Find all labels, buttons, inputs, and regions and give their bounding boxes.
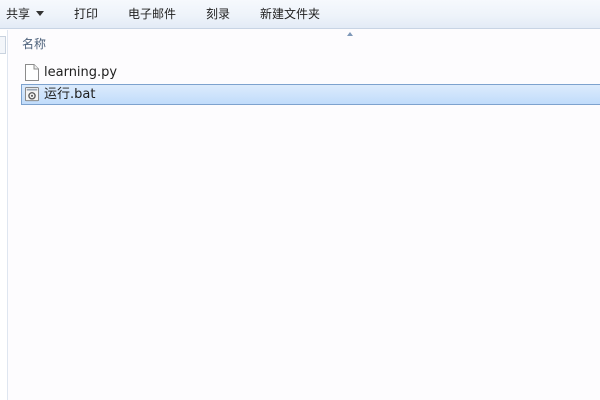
share-button[interactable]: 共享 xyxy=(6,6,45,23)
print-button[interactable]: 打印 xyxy=(74,6,98,23)
file-list-item-selected[interactable]: 运行.bat xyxy=(21,84,600,105)
navigation-pane[interactable] xyxy=(0,30,8,400)
document-icon xyxy=(25,64,39,81)
burn-button[interactable]: 刻录 xyxy=(206,6,230,23)
navigation-pane-splitter[interactable] xyxy=(0,36,6,54)
file-list-item[interactable]: learning.py xyxy=(21,62,600,84)
explorer-window: 共享 打印 电子邮件 刻录 新建文件夹 名称 learning.py 运行.ba… xyxy=(0,0,600,400)
new-folder-button[interactable]: 新建文件夹 xyxy=(260,6,320,23)
dropdown-arrow-icon xyxy=(36,11,45,16)
name-column-header[interactable]: 名称 xyxy=(22,36,46,52)
share-label: 共享 xyxy=(6,7,31,21)
file-name: learning.py xyxy=(44,65,118,80)
sort-ascending-icon xyxy=(347,32,353,36)
batch-file-icon xyxy=(25,87,39,102)
email-button[interactable]: 电子邮件 xyxy=(128,6,176,23)
command-bar: 共享 打印 电子邮件 刻录 新建文件夹 xyxy=(0,0,600,29)
file-name: 运行.bat xyxy=(44,87,96,102)
